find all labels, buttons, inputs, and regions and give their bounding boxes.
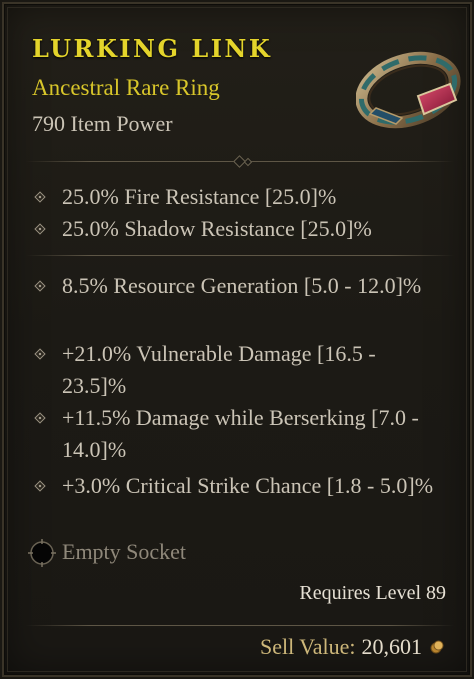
ring-icon — [356, 51, 461, 129]
item-name: LURKING LINK — [32, 34, 273, 63]
socket-label: Empty Socket — [62, 539, 187, 564]
implicit-affix: 25.0% Shadow Resistance [25.0]% — [34, 213, 434, 245]
item-affix: +3.0% Critical Strike Chance [1.8 - 5.0]… — [34, 470, 434, 502]
sell-value-amount: 20,601 — [361, 634, 423, 659]
level-requirement: Requires Level 89 — [299, 582, 446, 604]
divider — [26, 155, 454, 168]
item-affix: +11.5% Damage while Berserking [7.0 - 14… — [34, 402, 434, 466]
item-power: 790 Item Power — [32, 111, 173, 136]
gold-coin-icon — [430, 640, 444, 654]
implicit-affix: 25.0% Fire Resistance [25.0]% — [34, 181, 434, 213]
item-type: Ancestral Rare Ring — [32, 75, 220, 100]
socket-icon — [28, 539, 56, 567]
sell-value: Sell Value: 20,601 — [260, 634, 444, 660]
sell-value-label: Sell Value: — [259, 634, 356, 659]
divider — [26, 620, 454, 632]
item-affix: 8.5% Resource Generation [5.0 - 12.0]% — [34, 270, 434, 302]
item-affix: +21.0% Vulnerable Damage [16.5 - 23.5]% — [34, 338, 434, 402]
item-tooltip: LURKING LINK Ancestral Rare Ring 790 Ite… — [2, 2, 472, 677]
divider — [26, 250, 454, 262]
item-header: LURKING LINK Ancestral Rare Ring 790 Ite… — [32, 34, 352, 137]
